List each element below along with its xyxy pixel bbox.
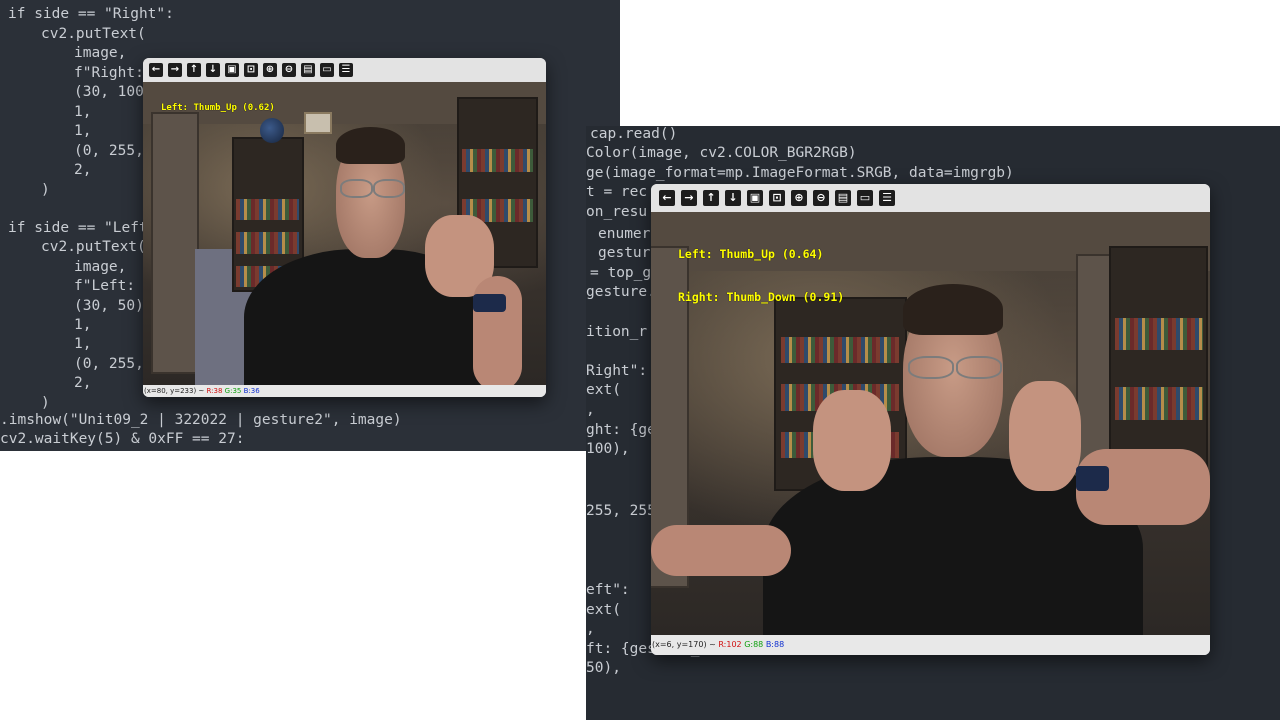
save-icon[interactable]: ▤ xyxy=(835,190,851,206)
code-line: image, xyxy=(74,45,127,61)
code-line: Color(image, cv2.COLOR_BGR2RGB) xyxy=(586,145,857,161)
cursor-coords: (x=80, y=233) ~ xyxy=(144,387,207,395)
code-line: image, xyxy=(74,259,127,275)
code-line: .imshow("Unit09_2 | 322022 | gesture2", … xyxy=(0,412,402,428)
scene-watch xyxy=(473,294,506,313)
code-line: (0, 255, xyxy=(74,143,144,159)
toolbar: ← → ↑ ↓ ▣ ⊡ ⊕ ⊖ ▤ ▭ ☰ xyxy=(143,58,546,82)
code-line: (30, 100 xyxy=(74,84,144,100)
arrow-up-icon[interactable]: ↑ xyxy=(187,63,201,77)
code-line: , xyxy=(586,402,595,418)
gesture-label-left: Left: Thumb_Up (0.64) xyxy=(678,247,824,261)
window-icon[interactable]: ▭ xyxy=(320,63,334,77)
pixel-green: G:88 xyxy=(744,640,764,649)
opencv-window-small[interactable]: ← → ↑ ↓ ▣ ⊡ ⊕ ⊖ ▤ ▭ ☰ Left: Thumb_Up (0.62) (x=80,… xyxy=(143,58,546,397)
zoom-out-icon[interactable]: ⊖ xyxy=(282,63,296,77)
code-line: cap.read() xyxy=(590,126,678,142)
scene-person-hair xyxy=(902,283,1004,335)
code-line: = top_g xyxy=(590,265,652,281)
code-line: gesture. xyxy=(586,284,656,300)
code-line: ition_r xyxy=(586,324,648,340)
code-line: cv2.putText( xyxy=(41,239,146,255)
code-line: t = rec xyxy=(586,184,648,200)
code-line: Right": xyxy=(586,363,648,379)
code-line: , xyxy=(586,621,595,637)
zoom-in-icon[interactable]: ⊕ xyxy=(791,190,807,206)
zoom-out-icon[interactable]: ⊖ xyxy=(813,190,829,206)
gesture-label-right: Right: Thumb_Down (0.91) xyxy=(678,290,845,304)
code-line: 100), xyxy=(586,441,630,457)
pixel-red: R:102 xyxy=(718,640,742,649)
pixel-blue: B:88 xyxy=(765,640,785,649)
code-line: on_resu xyxy=(586,204,648,220)
scene-watch xyxy=(1075,465,1110,492)
code-line: ext( xyxy=(586,382,621,398)
toolbar: ← → ↑ ↓ ▣ ⊡ ⊕ ⊖ ▤ ▭ ☰ xyxy=(651,184,1210,212)
scene-door xyxy=(151,112,200,374)
scene-thumb-down-hand xyxy=(813,389,892,492)
scene-picture-frame xyxy=(304,112,333,135)
arrow-right-icon[interactable]: → xyxy=(168,63,182,77)
webcam-image[interactable]: Left: Thumb_Up (0.64) Right: Thumb_Down … xyxy=(651,212,1210,635)
opencv-window-large[interactable]: ← → ↑ ↓ ▣ ⊡ ⊕ ⊖ ▤ ▭ ☰ Left: Thumb_Up (0.64) Right:… xyxy=(651,184,1210,655)
code-line: cv2.waitKey(5) & 0xFF == 27: xyxy=(0,431,245,447)
zoom-in-icon[interactable]: ⊕ xyxy=(263,63,277,77)
scene-glasses-right xyxy=(372,178,405,199)
code-line: enumer xyxy=(598,226,651,242)
code-line: eft": xyxy=(586,582,630,598)
arrow-down-icon[interactable]: ↓ xyxy=(206,63,220,77)
code-line: 1, xyxy=(74,104,92,120)
pixel-red: R:38 xyxy=(206,387,223,395)
code-line: ght: {ge xyxy=(586,422,656,438)
pixel-blue: B:36 xyxy=(243,387,260,395)
code-line: ext( xyxy=(586,602,621,618)
zoom-region-icon[interactable]: ⊡ xyxy=(769,190,785,206)
code-line: (30, 50) xyxy=(74,298,144,314)
arrow-up-icon[interactable]: ↑ xyxy=(703,190,719,206)
code-line: if side == "Right": xyxy=(8,6,174,22)
code-line: cv2.putText( xyxy=(41,26,146,42)
code-line: 2, xyxy=(74,375,92,391)
zoom-fit-icon[interactable]: ▣ xyxy=(225,63,239,77)
code-line: f"Right: xyxy=(74,65,144,81)
code-line: f"Left: xyxy=(74,278,136,294)
pixel-green: G:35 xyxy=(224,387,242,395)
arrow-left-icon[interactable]: ← xyxy=(659,190,675,206)
scene-glasses-left xyxy=(908,355,955,379)
code-line: 2, xyxy=(74,162,92,178)
scene-arm-left xyxy=(651,525,791,576)
arrow-right-icon[interactable]: → xyxy=(681,190,697,206)
arrow-left-icon[interactable]: ← xyxy=(149,63,163,77)
window-icon[interactable]: ▭ xyxy=(857,190,873,206)
code-line: 1, xyxy=(74,336,92,352)
code-line: gestur xyxy=(598,245,651,261)
zoom-fit-icon[interactable]: ▣ xyxy=(747,190,763,206)
cursor-coords: (x=6, y=170) ~ xyxy=(652,640,719,649)
code-line: if side == "Left xyxy=(8,220,148,236)
scene-glasses-right xyxy=(955,355,1002,379)
scene-thumb-up-hand xyxy=(1008,381,1082,492)
status-bar: (x=6, y=170) ~ R:102 G:88 B:88 xyxy=(651,635,1210,655)
scene-person-hair xyxy=(336,127,405,164)
arrow-down-icon[interactable]: ↓ xyxy=(725,190,741,206)
status-bar: (x=80, y=233) ~ R:38 G:35 B:36 xyxy=(143,385,546,397)
save-icon[interactable]: ▤ xyxy=(301,63,315,77)
code-line: 50), xyxy=(586,660,621,676)
scene-glasses-left xyxy=(340,178,373,199)
scene-arm xyxy=(473,275,522,385)
scene-shelf-right xyxy=(1109,245,1209,483)
code-line: (0, 255, xyxy=(74,356,144,372)
zoom-region-icon[interactable]: ⊡ xyxy=(244,63,258,77)
properties-icon[interactable]: ☰ xyxy=(879,190,895,206)
properties-icon[interactable]: ☰ xyxy=(339,63,353,77)
scene-globe xyxy=(259,118,285,143)
gesture-label-left: Left: Thumb_Up (0.62) xyxy=(161,103,275,113)
webcam-image[interactable]: Left: Thumb_Up (0.62) xyxy=(143,82,546,385)
code-line: ) xyxy=(41,182,50,198)
code-line: 1, xyxy=(74,123,92,139)
code-line: ge(image_format=mp.ImageFormat.SRGB, dat… xyxy=(586,165,1014,181)
code-line: 255, 255 xyxy=(586,503,656,519)
code-line: 1, xyxy=(74,317,92,333)
